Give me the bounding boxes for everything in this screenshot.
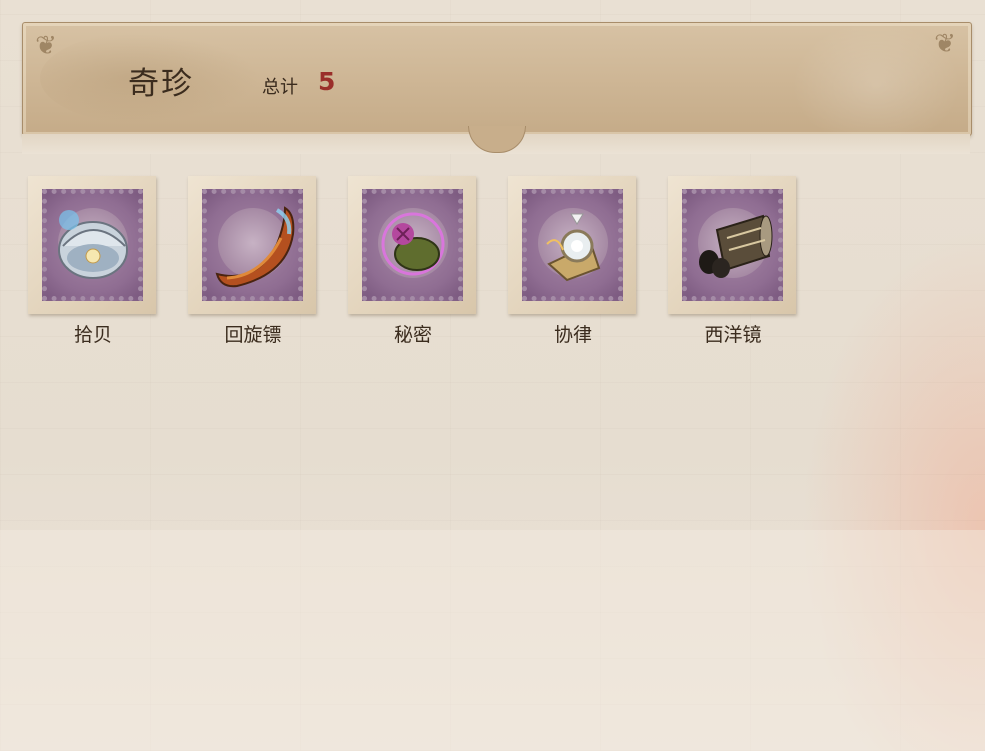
background-band — [0, 530, 985, 751]
total-label: 总计 — [262, 77, 298, 98]
page-title: 奇珍 — [128, 66, 194, 102]
item-card-pearl-shell[interactable]: 拾贝 — [24, 176, 158, 348]
item-card-secret[interactable]: 秘密 — [344, 176, 478, 348]
music-box-icon — [546, 213, 601, 282]
item-label: 回旋镖 — [224, 324, 282, 346]
stamp-background — [42, 189, 143, 301]
item-label: 协律 — [553, 324, 592, 346]
corner-ornament-icon: ❦ — [35, 31, 57, 61]
stamp-background — [522, 189, 623, 301]
item-card-music-box[interactable]: 协律 — [504, 176, 638, 348]
stamp-frame — [668, 176, 796, 314]
stamp-frame — [188, 176, 316, 314]
stamp-background — [682, 189, 783, 301]
item-label: 秘密 — [393, 324, 432, 346]
stamp-background — [362, 189, 463, 301]
corner-ornament-icon: ❦ — [934, 29, 956, 59]
total-count: 5 — [318, 67, 336, 96]
item-label: 拾贝 — [73, 324, 112, 346]
item-label: 西洋镜 — [704, 324, 762, 346]
stamp-background — [202, 189, 303, 301]
kaleidoscope-icon — [699, 214, 773, 278]
secret-flower-icon — [381, 212, 445, 276]
item-card-kaleidoscope[interactable]: 西洋镜 — [664, 176, 798, 348]
stamp-frame — [508, 176, 636, 314]
stamp-frame — [348, 176, 476, 314]
stamp-frame — [28, 176, 156, 314]
boomerang-icon — [215, 206, 295, 288]
item-card-boomerang[interactable]: 回旋镖 — [184, 176, 318, 348]
pearl-shell-icon — [58, 210, 128, 279]
